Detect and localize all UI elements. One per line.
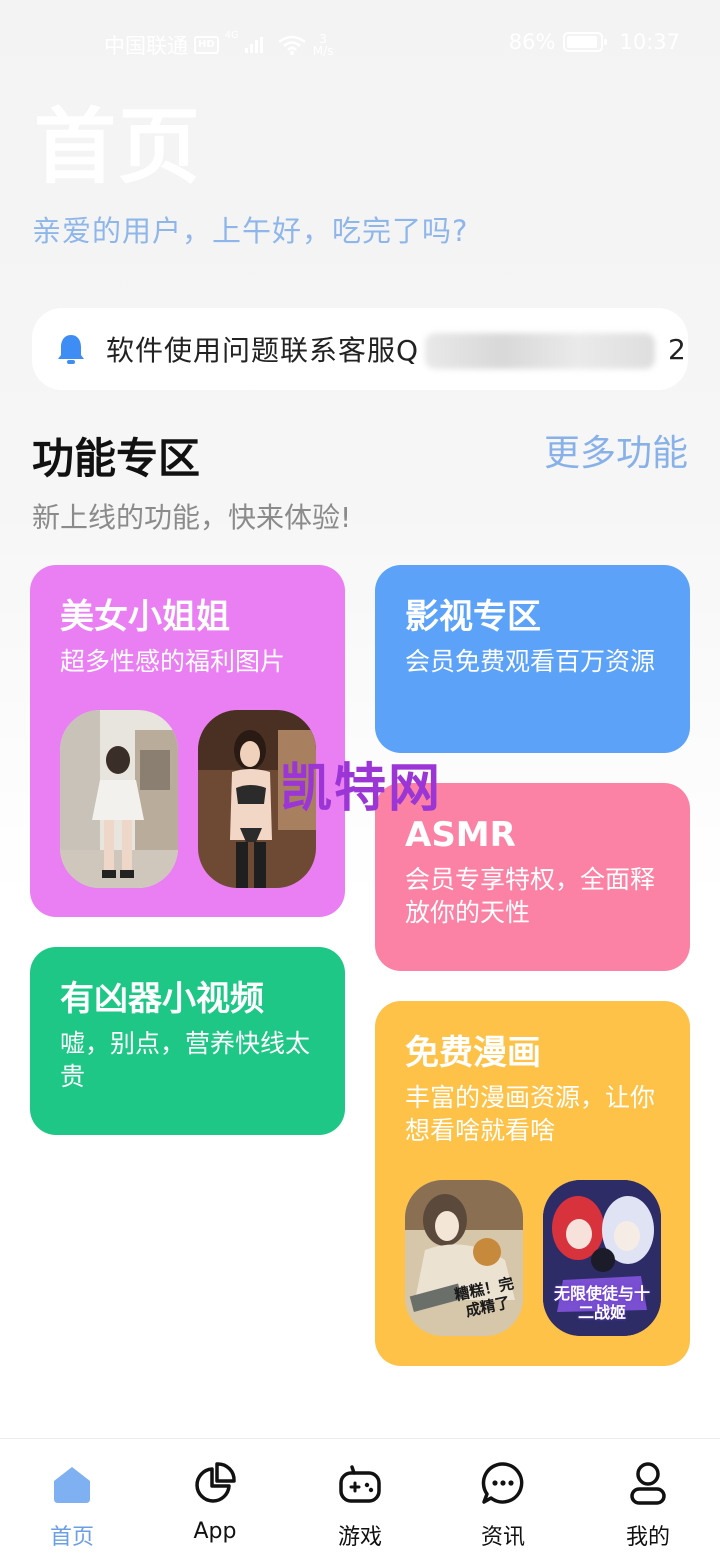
gamepad-icon [339,1465,381,1503]
section-title: 功能专区 [32,434,201,483]
chat-bubble-icon [481,1462,524,1504]
photo-thumbnail [60,710,178,888]
tab-label: 游戏 [337,1525,382,1550]
tab-label: 资讯 [480,1525,525,1550]
wifi-icon [278,35,306,55]
pie-chart-icon [195,1462,236,1503]
tab-home[interactable]: 首页 [22,1459,122,1551]
tab-games[interactable]: 游戏 [310,1459,410,1551]
tab-label: App [193,1519,237,1544]
card-title: 免费漫画 [405,1033,541,1073]
battery-percent: 86% [508,30,556,54]
watermark: 凯特网 [280,759,443,819]
more-features-link[interactable]: 更多功能 [544,424,688,476]
home-icon [54,1467,90,1503]
status-bar: 中国联通 HD 4G 3 M/s 86% 10:37 [0,0,720,86]
tab-label: 我的 [625,1525,670,1550]
card-title: ASMR [405,815,516,855]
card-desc: 超多性感的福利图片 [60,647,286,676]
bottom-tab-bar: 首页 App 游戏 资讯 我的 [0,1438,720,1560]
comic-cover-title: 无限使徒与十二战姬 [553,1284,650,1322]
card-desc: 会员专享特权，全面释放你的天性 [405,865,656,927]
tab-label: 首页 [49,1525,94,1550]
tab-profile[interactable]: 我的 [598,1459,698,1551]
user-icon [630,1462,666,1505]
network-speed: 3 M/s [312,32,334,58]
card-title: 美女小姐姐 [60,597,230,637]
carrier-label: 中国联通 [104,34,188,58]
comic-thumbnails: 糟糕！完成精了 无限使徒与十二战姬 [405,1180,661,1336]
notice-text: 软件使用问题联系客服Q [106,334,420,367]
redacted-contact [425,333,655,369]
card-title: 影视专区 [405,597,541,637]
page-title: 首页 [34,100,203,195]
comic-cover: 糟糕！完成精了 [405,1180,523,1336]
clock: 10:37 [619,30,680,54]
greeting-text: 亲爱的用户，上午好，吃完了吗? [32,214,469,248]
card-desc: 嘘，别点，营养快线太贵 [60,1029,311,1091]
card-movies[interactable]: 影视专区 会员免费观看百万资源 [375,565,690,753]
card-short-videos[interactable]: 有凶器小视频 嘘，别点，营养快线太贵 [30,947,345,1135]
battery-icon [563,32,608,52]
card-desc: 丰富的漫画资源，让你想看啥就看啥 [405,1083,656,1145]
bell-icon [58,335,84,364]
beauty-thumbnails [60,710,316,888]
section-subtitle: 新上线的功能，快来体验! [32,501,352,534]
tab-news[interactable]: 资讯 [453,1459,553,1551]
network-type: 4G [224,30,239,41]
comic-cover: 无限使徒与十二战姬 [543,1180,661,1336]
tab-app[interactable]: App [165,1459,265,1544]
notice-text-tail: 2 [668,332,686,366]
signal-icon [244,37,263,53]
card-desc: 会员免费观看百万资源 [405,647,656,676]
card-title: 有凶器小视频 [60,979,264,1019]
hd-badge: HD [194,36,219,54]
